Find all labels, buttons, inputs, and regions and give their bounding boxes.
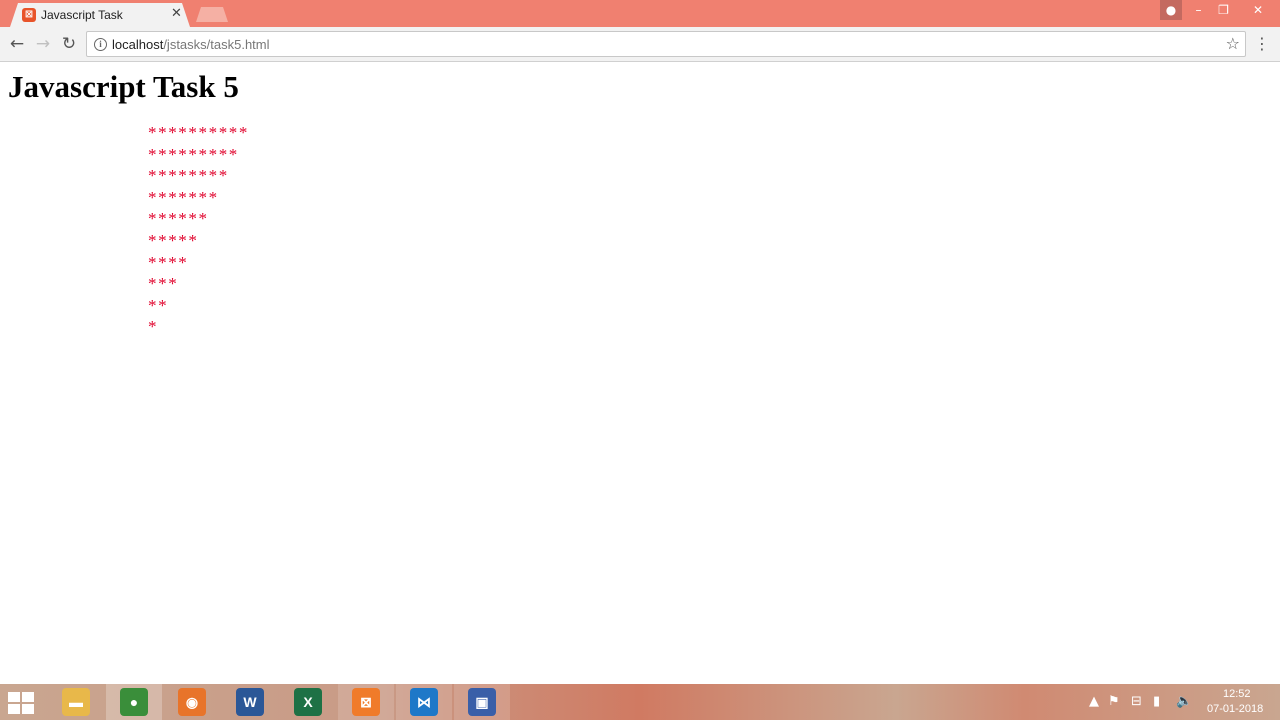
- url-path: /jstasks/task5.html: [163, 37, 270, 52]
- media-icon: ▣: [468, 688, 496, 716]
- firefox-icon: ◉: [178, 688, 206, 716]
- pattern-row: ******: [148, 209, 209, 229]
- browser-titlebar: ⊠ Javascript Task ✕ ● – ❐ ✕: [0, 0, 1280, 27]
- browser-tab[interactable]: ⊠ Javascript Task ✕: [10, 3, 190, 27]
- user-icon[interactable]: ●: [1160, 0, 1182, 20]
- chrome-icon: ●: [120, 688, 148, 716]
- bookmark-star-icon[interactable]: ☆: [1226, 34, 1240, 53]
- clock-date[interactable]: 07-01-2018: [1207, 703, 1263, 715]
- restore-icon[interactable]: ❐: [1211, 0, 1236, 20]
- taskbar-app-word[interactable]: W: [222, 684, 278, 720]
- vscode-icon: ⋈: [410, 688, 438, 716]
- browser-toolbar: ← → ↻ i localhost/jstasks/task5.html ☆ ⋮: [0, 27, 1280, 62]
- tab-title: Javascript Task: [41, 8, 123, 22]
- star-pattern: ********** ********* ******** ******* ******…: [148, 122, 249, 338]
- close-icon[interactable]: ✕: [171, 6, 182, 21]
- taskbar-app-media[interactable]: ▣: [454, 684, 510, 720]
- menu-dots-icon[interactable]: ⋮: [1254, 34, 1270, 54]
- windows-start-icon[interactable]: [8, 692, 36, 714]
- xampp-icon: ⊠: [352, 688, 380, 716]
- tray-signal-icon[interactable]: ▮: [1153, 694, 1160, 709]
- close-window-icon[interactable]: ✕: [1236, 0, 1280, 20]
- reload-icon[interactable]: ↻: [58, 33, 80, 55]
- excel-icon: X: [294, 688, 322, 716]
- address-bar[interactable]: i localhost/jstasks/task5.html ☆: [86, 31, 1246, 57]
- forward-arrow-icon[interactable]: →: [32, 33, 54, 55]
- file-explorer-icon: ▬: [62, 688, 90, 716]
- minimize-icon[interactable]: –: [1186, 0, 1211, 20]
- tray-chevron-up-icon[interactable]: ▲: [1089, 694, 1099, 709]
- xampp-icon: ⊠: [22, 8, 36, 22]
- url-host: localhost: [112, 37, 164, 52]
- info-icon[interactable]: i: [94, 38, 107, 51]
- back-arrow-icon[interactable]: ←: [6, 33, 28, 55]
- tray-volume-muted-icon[interactable]: 🔈: [1176, 694, 1192, 709]
- pattern-row: *******: [148, 187, 219, 207]
- word-icon: W: [236, 688, 264, 716]
- new-tab-button[interactable]: [196, 7, 228, 22]
- taskbar-app-xampp[interactable]: ⊠: [338, 684, 394, 720]
- pattern-row: *********: [148, 144, 239, 164]
- taskbar-app-vscode[interactable]: ⋈: [396, 684, 452, 720]
- pattern-row: ***: [148, 274, 179, 294]
- pattern-row: *****: [148, 230, 199, 250]
- clock-time[interactable]: 12:52: [1223, 688, 1251, 700]
- taskbar-app-file-explorer[interactable]: ▬: [48, 684, 104, 720]
- taskbar-app-firefox[interactable]: ◉: [164, 684, 220, 720]
- page-title: Javascript Task 5: [8, 69, 239, 104]
- windows-taskbar: ▬ ● ◉ W X ⊠ ⋈ ▣ ▲ ⚑ ⊟ ▮ 🔈 12:52 07-01-2018: [0, 684, 1280, 720]
- tray-network-icon[interactable]: ⊟: [1131, 694, 1142, 709]
- taskbar-app-chrome[interactable]: ●: [106, 684, 162, 720]
- page-content: Javascript Task 5 ********** ********* ***…: [0, 62, 1280, 684]
- window-controls: ● – ❐ ✕: [1160, 0, 1280, 20]
- pattern-row: ****: [148, 252, 189, 272]
- pattern-row: **********: [148, 123, 249, 142]
- taskbar-app-excel[interactable]: X: [280, 684, 336, 720]
- pattern-row: **: [148, 295, 169, 315]
- pattern-row: *: [148, 317, 159, 337]
- tray-flag-icon[interactable]: ⚑: [1108, 694, 1120, 709]
- url-text[interactable]: localhost/jstasks/task5.html: [112, 37, 270, 52]
- pattern-row: ********: [148, 166, 229, 186]
